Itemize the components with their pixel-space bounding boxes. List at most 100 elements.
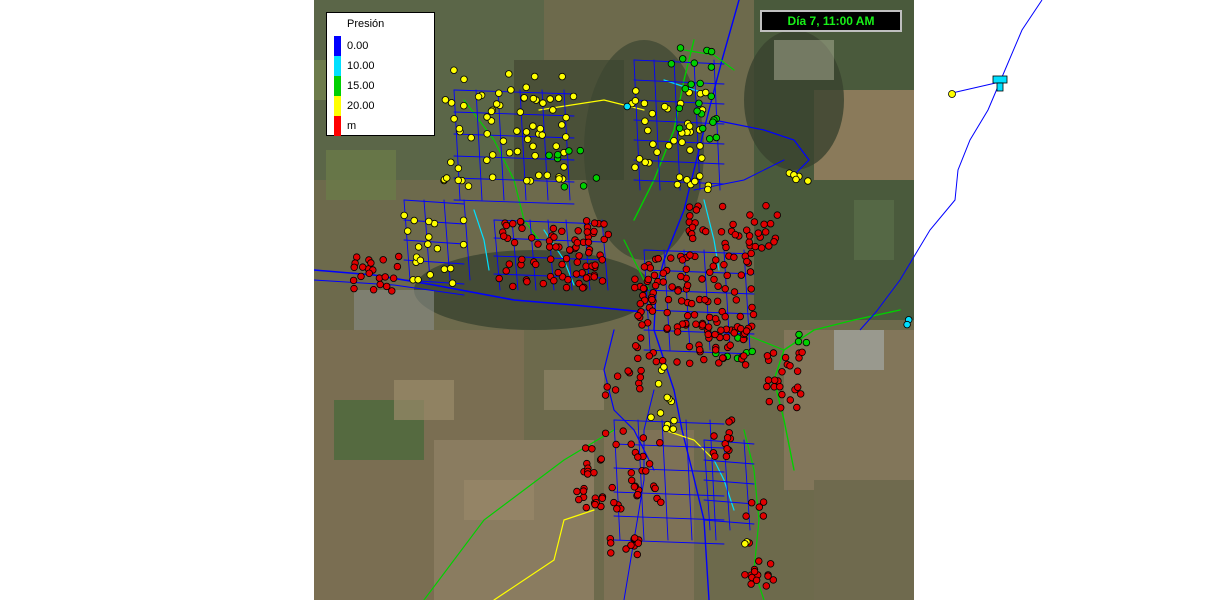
junction-node xyxy=(403,227,412,235)
junction-node xyxy=(746,268,755,276)
junction-node xyxy=(707,47,716,56)
junction-node xyxy=(786,362,794,370)
junction-node xyxy=(627,440,635,448)
junction-node xyxy=(569,92,578,101)
junction-node xyxy=(745,232,754,240)
junction-node xyxy=(686,251,694,259)
junction-node xyxy=(631,163,639,171)
junction-node xyxy=(749,310,758,319)
junction-node xyxy=(755,557,763,565)
junction-node xyxy=(667,254,675,262)
junction-node xyxy=(650,271,659,279)
junction-node xyxy=(550,233,558,241)
tank-link-pipe xyxy=(951,81,1001,94)
junction-node xyxy=(624,367,632,375)
tank-icon xyxy=(992,75,1008,92)
junction-node xyxy=(687,80,695,88)
junction-node xyxy=(603,383,611,391)
junction-node xyxy=(535,171,543,179)
junction-node xyxy=(560,163,568,171)
junction-node xyxy=(709,118,717,126)
junction-node xyxy=(637,366,645,375)
junction-node xyxy=(712,133,721,142)
junction-node xyxy=(564,276,572,284)
junction-node xyxy=(389,274,398,282)
junction-node xyxy=(483,156,491,164)
junction-node xyxy=(426,271,434,279)
junction-node xyxy=(640,99,649,108)
junction-node xyxy=(552,243,560,251)
junction-node xyxy=(721,313,729,321)
junction-node xyxy=(747,285,755,293)
junction-node xyxy=(529,142,537,150)
junction-node xyxy=(712,346,720,354)
junction-node xyxy=(704,185,712,194)
junction-node xyxy=(710,432,718,440)
junction-node xyxy=(631,283,639,292)
junction-node xyxy=(350,284,358,293)
junction-node xyxy=(641,117,649,125)
junction-node xyxy=(522,128,531,136)
junction-node xyxy=(562,254,571,263)
junction-node xyxy=(440,265,449,273)
junction-node xyxy=(601,391,610,399)
junction-node xyxy=(584,470,592,478)
junction-node xyxy=(804,177,812,185)
junction-node xyxy=(686,212,694,220)
junction-node xyxy=(538,131,546,139)
junction-node xyxy=(659,269,667,277)
junction-node xyxy=(766,560,775,568)
junction-node xyxy=(748,499,756,507)
junction-node xyxy=(627,541,635,549)
junction-node xyxy=(562,283,571,292)
junction-node xyxy=(502,221,510,230)
junction-node xyxy=(903,320,911,329)
junction-node xyxy=(598,256,606,264)
junction-node xyxy=(367,259,375,267)
junction-node xyxy=(590,219,599,227)
junction-node xyxy=(711,315,720,323)
junction-node xyxy=(562,113,570,122)
junction-node xyxy=(654,380,663,388)
junction-node xyxy=(442,174,451,182)
junction-node xyxy=(673,328,682,336)
junction-node xyxy=(550,277,558,285)
junction-node xyxy=(460,75,468,83)
junction-node xyxy=(686,146,694,154)
junction-node xyxy=(685,342,694,351)
junction-node xyxy=(454,164,463,172)
legend-label-2: 15.00 xyxy=(347,80,375,92)
junction-node xyxy=(678,256,687,264)
junction-node xyxy=(573,487,581,496)
junction-node xyxy=(588,445,596,453)
junction-node xyxy=(446,264,455,273)
junction-node xyxy=(613,372,622,380)
junction-node xyxy=(359,263,367,271)
junction-node xyxy=(641,158,649,166)
junction-node xyxy=(509,219,517,228)
legend-bar-2 xyxy=(334,76,341,96)
junction-node xyxy=(612,440,620,449)
junction-node xyxy=(700,355,708,364)
legend-label-1: 10.00 xyxy=(347,60,375,72)
junction-node xyxy=(613,505,621,513)
junction-node xyxy=(646,264,654,272)
junction-node xyxy=(651,281,660,290)
junction-node xyxy=(582,274,591,282)
junction-node xyxy=(686,359,694,367)
junction-node xyxy=(572,270,581,278)
junction-node xyxy=(689,234,697,243)
junction-node xyxy=(746,211,754,219)
junction-node xyxy=(730,288,739,296)
junction-node xyxy=(607,539,615,547)
junction-node xyxy=(763,382,771,391)
junction-node xyxy=(584,238,593,246)
junction-node xyxy=(696,346,704,354)
junction-node xyxy=(722,333,731,341)
junction-node xyxy=(722,452,731,461)
junction-node xyxy=(531,151,539,160)
junction-node xyxy=(636,385,644,393)
junction-node xyxy=(698,275,706,283)
junction-node xyxy=(459,240,468,249)
junction-node xyxy=(763,352,772,360)
